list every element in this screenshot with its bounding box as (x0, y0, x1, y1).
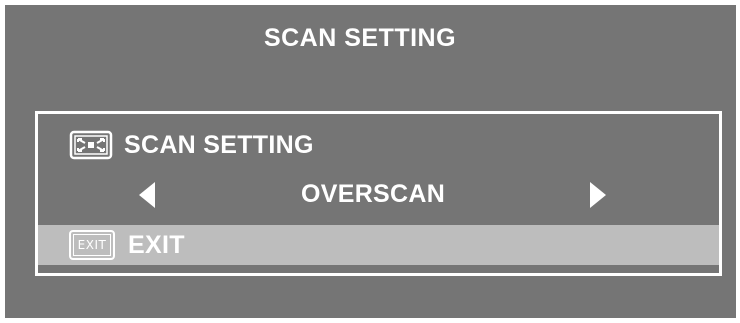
scan-mode-value: OVERSCAN (301, 180, 446, 208)
osd-title: SCAN SETTING (263, 24, 457, 52)
scan-setting-row[interactable]: SCAN SETTING (69, 128, 314, 162)
scan-setting-label: SCAN SETTING (124, 130, 314, 159)
menu-panel: SCAN SETTING OVERSCAN EXIT EXIT (35, 111, 722, 276)
value-selector: OVERSCAN (38, 175, 719, 213)
exit-label: EXIT (128, 230, 185, 259)
left-arrow-icon[interactable] (137, 181, 157, 209)
osd-menu: SCAN SETTING SCAN SETTING OVERSCAN EXIT … (5, 5, 736, 318)
exit-icon: EXIT (69, 230, 115, 260)
scan-setting-icon (69, 130, 113, 160)
exit-row[interactable]: EXIT EXIT (38, 225, 719, 265)
right-arrow-icon[interactable] (588, 181, 608, 209)
